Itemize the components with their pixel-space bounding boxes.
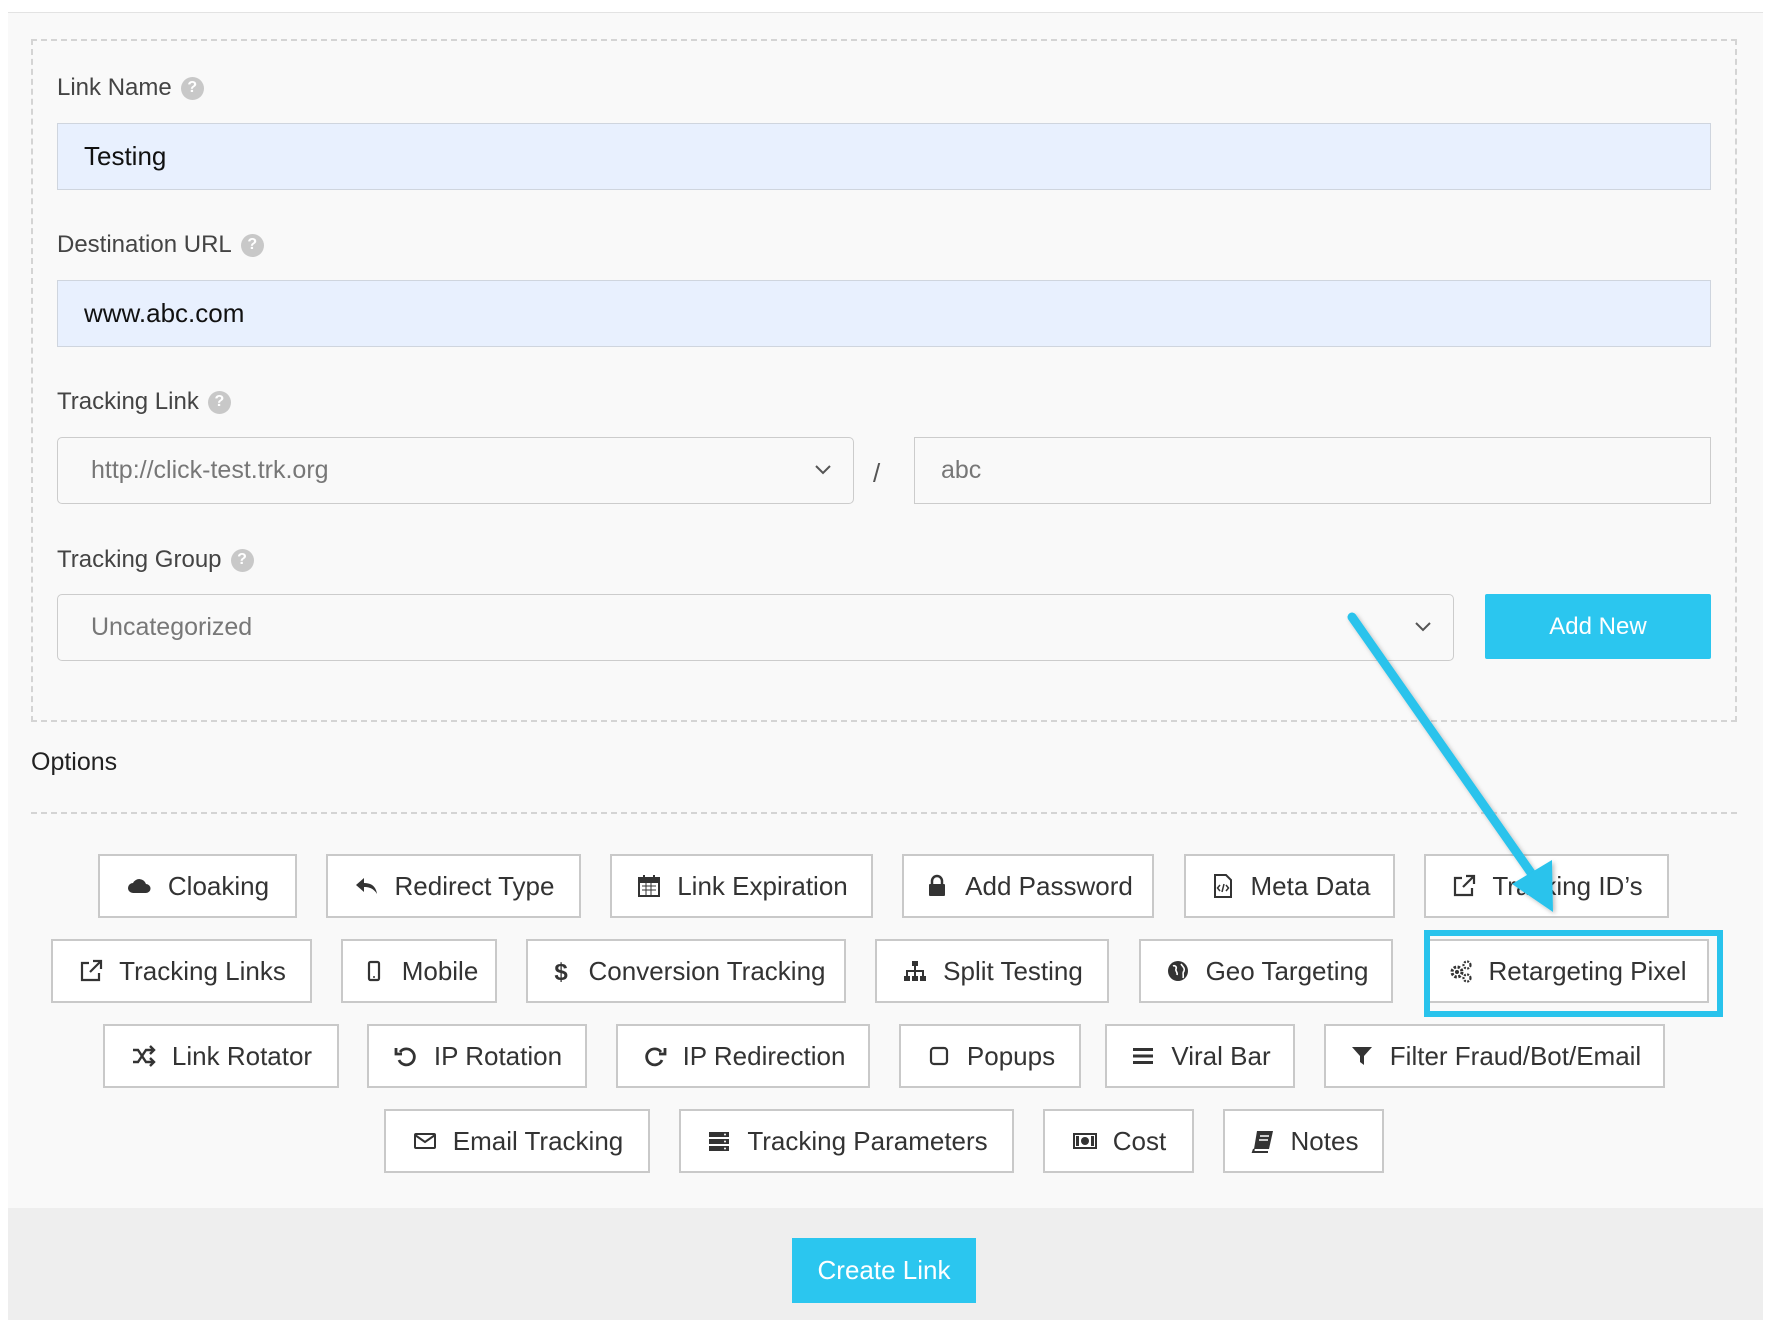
sitemap-icon [901, 957, 929, 985]
option-viral-bar-button[interactable]: Viral Bar [1105, 1024, 1295, 1088]
option-ip-redirection-button[interactable]: IP Redirection [616, 1024, 870, 1088]
help-icon[interactable]: ? [180, 76, 204, 100]
options-title: Options [31, 748, 118, 776]
external-link-icon [77, 957, 105, 985]
option-conversion-tracking-button[interactable]: $ Conversion Tracking [526, 939, 846, 1003]
option-tracking-ids-button[interactable]: Tracking ID’s [1424, 854, 1669, 918]
cogs-icon [1447, 957, 1475, 985]
shuffle-icon [130, 1042, 158, 1070]
svg-text:$: $ [554, 959, 568, 984]
option-link-rotator-button[interactable]: Link Rotator [103, 1024, 339, 1088]
code-file-icon [1209, 872, 1237, 900]
create-link-button[interactable]: Create Link [792, 1238, 976, 1303]
option-add-password-button[interactable]: Add Password [902, 854, 1154, 918]
destination-url-label: Destination URL ? [57, 231, 264, 259]
reply-icon [353, 872, 381, 900]
options-divider [31, 812, 1737, 814]
tracking-group-select[interactable]: Uncategorized [57, 594, 1454, 661]
destination-url-input[interactable]: www.abc.com [57, 280, 1711, 347]
option-link-expiration-button[interactable]: Link Expiration [610, 854, 873, 918]
external-link-icon [1450, 872, 1478, 900]
cloud-icon [126, 872, 154, 900]
option-redirect-type-button[interactable]: Redirect Type [326, 854, 581, 918]
option-ip-rotation-button[interactable]: IP Rotation [367, 1024, 587, 1088]
server-icon [705, 1127, 733, 1155]
chevron-down-icon [815, 465, 831, 475]
link-name-input[interactable]: Testing [57, 123, 1711, 190]
calendar-icon [635, 872, 663, 900]
link-name-label: Link Name ? [57, 74, 204, 102]
undo-icon [392, 1042, 420, 1070]
tracking-slug-input[interactable]: abc [914, 437, 1711, 504]
money-icon [1071, 1127, 1099, 1155]
option-tracking-links-button[interactable]: Tracking Links [51, 939, 312, 1003]
bars-icon [1129, 1042, 1157, 1070]
filter-icon [1348, 1042, 1376, 1070]
tracking-domain-select[interactable]: http://click-test.trk.org [57, 437, 854, 504]
option-mobile-button[interactable]: Mobile [341, 939, 497, 1003]
option-popups-button[interactable]: Popups [899, 1024, 1081, 1088]
tracking-link-separator: / [873, 458, 881, 488]
square-icon [925, 1042, 953, 1070]
option-cloaking-button[interactable]: Cloaking [98, 854, 297, 918]
option-split-testing-button[interactable]: Split Testing [875, 939, 1109, 1003]
option-email-tracking-button[interactable]: Email Tracking [384, 1109, 650, 1173]
option-retargeting-pixel-button[interactable]: Retargeting Pixel [1424, 939, 1709, 1003]
envelope-icon [411, 1127, 439, 1155]
book-icon [1249, 1127, 1277, 1155]
lock-icon [923, 872, 951, 900]
option-tracking-parameters-button[interactable]: Tracking Parameters [679, 1109, 1014, 1173]
help-icon[interactable]: ? [207, 390, 231, 414]
tracking-link-label: Tracking Link ? [57, 388, 231, 416]
add-new-button[interactable]: Add New [1485, 594, 1711, 659]
help-icon[interactable]: ? [240, 233, 264, 257]
dollar-icon: $ [547, 957, 575, 985]
option-filter-fraud-button[interactable]: Filter Fraud/Bot/Email [1324, 1024, 1665, 1088]
tracking-group-label: Tracking Group ? [57, 546, 254, 574]
redo-icon [641, 1042, 669, 1070]
globe-icon [1164, 957, 1192, 985]
option-geo-targeting-button[interactable]: Geo Targeting [1139, 939, 1393, 1003]
mobile-icon [360, 957, 388, 985]
option-meta-data-button[interactable]: Meta Data [1184, 854, 1395, 918]
option-notes-button[interactable]: Notes [1223, 1109, 1384, 1173]
help-icon[interactable]: ? [230, 548, 254, 572]
chevron-down-icon [1415, 622, 1431, 632]
option-cost-button[interactable]: Cost [1043, 1109, 1194, 1173]
